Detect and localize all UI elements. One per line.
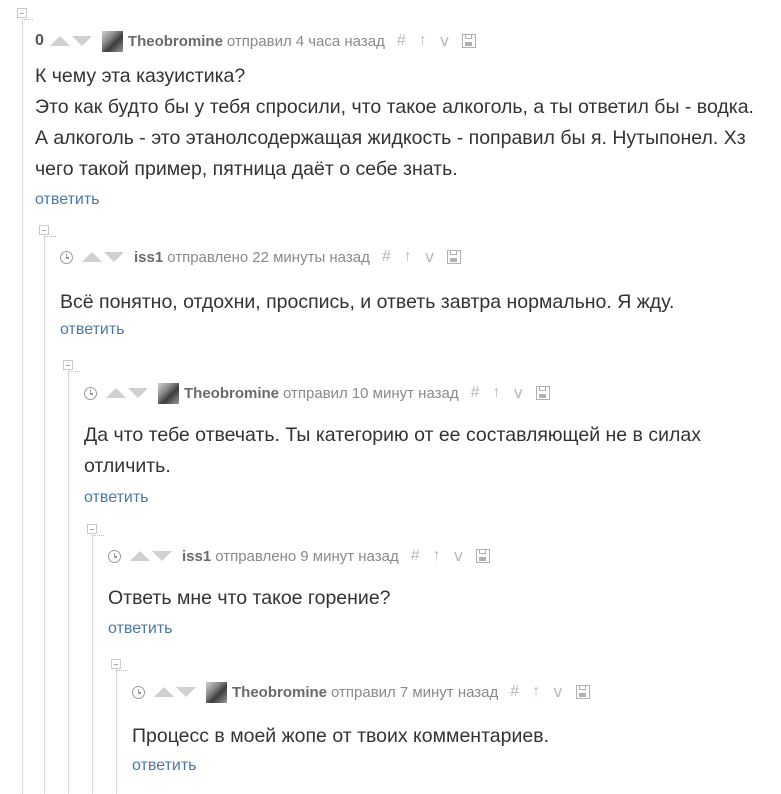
avatar[interactable] <box>158 382 179 404</box>
save-icon[interactable] <box>476 549 491 563</box>
thread-line <box>68 371 80 372</box>
clock-icon <box>108 549 121 563</box>
comment-line: Процесс в моей жопе от твоих комментарие… <box>132 725 549 747</box>
comment: 0 Theobromine отправил 4 часа назад # ↑ … <box>35 30 754 209</box>
thread-line <box>116 670 128 671</box>
comment: iss1 отправлено 9 минут назад # ↑ ⅴ Отве… <box>108 545 491 638</box>
sent-label: отправил <box>331 683 396 701</box>
thread-line <box>44 236 56 237</box>
thread-line <box>92 535 93 794</box>
sent-label: отправил <box>283 384 348 402</box>
comment: Theobromine отправил 10 минут назад # ↑ … <box>84 382 701 507</box>
downvote-icon[interactable] <box>71 36 92 46</box>
author-name[interactable]: Theobromine <box>232 684 327 701</box>
timestamp: 7 минут назад <box>399 683 499 701</box>
comment-body: Да что тебе отвечать. Ты категорию от ее… <box>84 420 701 482</box>
comment-line: чего такой пример, пятница даёт о себе з… <box>35 158 458 180</box>
reply-button[interactable]: ответить <box>60 321 125 339</box>
comment-body: К чему эта казуистика? Это как будто бы … <box>35 61 754 185</box>
collapse-toggle-1[interactable] <box>17 8 27 18</box>
comment-body: Процесс в моей жопе от твоих комментарие… <box>132 721 590 752</box>
sent-label: отправил <box>226 32 292 50</box>
parent-icon[interactable]: ↑ <box>404 248 412 266</box>
comment-header: iss1 отправлено 22 минуты назад # ↑ ⅴ <box>60 246 674 268</box>
reply-button[interactable]: ответить <box>84 489 149 507</box>
comment-line: Ответь мне что такое горение? <box>108 587 391 609</box>
upvote-icon[interactable] <box>130 551 150 561</box>
comment-header: iss1 отправлено 9 минут назад # ↑ ⅴ <box>108 545 491 567</box>
parent-icon[interactable]: ↑ <box>532 683 540 701</box>
branch-icon[interactable]: ⅴ <box>514 383 523 403</box>
comment: iss1 отправлено 22 минуты назад # ↑ ⅴ Вс… <box>60 246 674 339</box>
save-icon[interactable] <box>447 250 462 264</box>
author-name[interactable]: iss1 <box>182 548 211 565</box>
branch-icon[interactable]: ⅴ <box>425 247 434 267</box>
save-icon[interactable] <box>575 685 590 699</box>
collapse-toggle-3[interactable] <box>63 360 73 370</box>
collapse-toggle-5[interactable] <box>111 659 121 669</box>
save-icon[interactable] <box>535 386 550 400</box>
reply-button[interactable]: ответить <box>108 620 173 638</box>
thread-line <box>68 371 69 794</box>
clock-icon <box>84 386 97 400</box>
clock-icon <box>132 685 145 699</box>
comment-body: Всё понятно, отдохни, проспись, и ответь… <box>60 287 674 318</box>
downvote-icon[interactable] <box>152 551 172 561</box>
comment-line: Да что тебе отвечать. Ты категорию от ее… <box>84 424 701 446</box>
upvote-icon[interactable] <box>154 687 174 697</box>
reply-button[interactable]: ответить <box>132 757 197 775</box>
comment-line: отличить. <box>84 455 171 477</box>
author-name[interactable]: Theobromine <box>184 385 279 402</box>
parent-icon[interactable]: ↑ <box>493 384 501 402</box>
sent-label: отправлено <box>167 248 249 266</box>
thread-line <box>92 535 104 536</box>
sent-label: отправлено <box>215 547 297 565</box>
upvote-icon[interactable] <box>106 388 126 398</box>
link-icon[interactable]: # <box>411 547 420 565</box>
downvote-icon[interactable] <box>128 388 148 398</box>
comment-line: А алкоголь - это этанолсодержащая жидкос… <box>35 127 746 149</box>
comment-line: Всё понятно, отдохни, проспись, и ответь… <box>60 291 675 313</box>
link-icon[interactable]: # <box>471 384 480 402</box>
upvote-icon[interactable] <box>49 36 70 46</box>
timestamp: 10 минут назад <box>351 384 459 402</box>
comment-header: 0 Theobromine отправил 4 часа назад # ↑ … <box>35 30 754 52</box>
timestamp: 4 часа назад <box>295 32 385 50</box>
downvote-icon[interactable] <box>104 252 124 262</box>
collapse-toggle-4[interactable] <box>87 524 97 534</box>
author-name[interactable]: iss1 <box>134 249 163 266</box>
parent-icon[interactable]: ↑ <box>433 547 441 565</box>
parent-icon[interactable]: ↑ <box>419 32 427 50</box>
save-icon[interactable] <box>462 34 477 48</box>
comment-body: Ответь мне что такое горение? <box>108 583 490 614</box>
comment-thread: 0 Theobromine отправил 4 часа назад # ↑ … <box>0 0 781 794</box>
link-icon[interactable]: # <box>382 248 391 266</box>
downvote-icon[interactable] <box>176 687 196 697</box>
thread-line <box>116 670 117 794</box>
thread-line <box>22 19 33 20</box>
branch-icon[interactable]: ⅴ <box>553 682 562 702</box>
upvote-icon[interactable] <box>82 252 102 262</box>
branch-icon[interactable]: ⅴ <box>454 546 463 566</box>
author-name[interactable]: Theobromine <box>128 33 223 50</box>
comment-rating: 0 <box>35 32 44 49</box>
branch-icon[interactable]: ⅴ <box>440 31 449 51</box>
avatar[interactable] <box>101 30 123 52</box>
comment-header: Theobromine отправил 7 минут назад # ↑ ⅴ <box>132 681 590 703</box>
comment-line: К чему эта казуистика? <box>35 65 246 87</box>
timestamp: 9 минут назад <box>300 547 399 565</box>
avatar[interactable] <box>206 681 227 703</box>
comment-header: Theobromine отправил 10 минут назад # ↑ … <box>84 382 701 404</box>
comment: Theobromine отправил 7 минут назад # ↑ ⅴ… <box>132 681 590 775</box>
collapse-toggle-2[interactable] <box>39 225 49 235</box>
link-icon[interactable]: # <box>510 683 519 701</box>
timestamp: 22 минуты назад <box>252 248 370 266</box>
reply-button[interactable]: ответить <box>35 191 100 209</box>
link-icon[interactable]: # <box>397 32 406 50</box>
clock-icon <box>60 250 73 264</box>
thread-line <box>44 236 45 794</box>
comment-line: Это как будто бы у тебя спросили, что та… <box>35 96 754 118</box>
thread-line <box>22 19 23 794</box>
